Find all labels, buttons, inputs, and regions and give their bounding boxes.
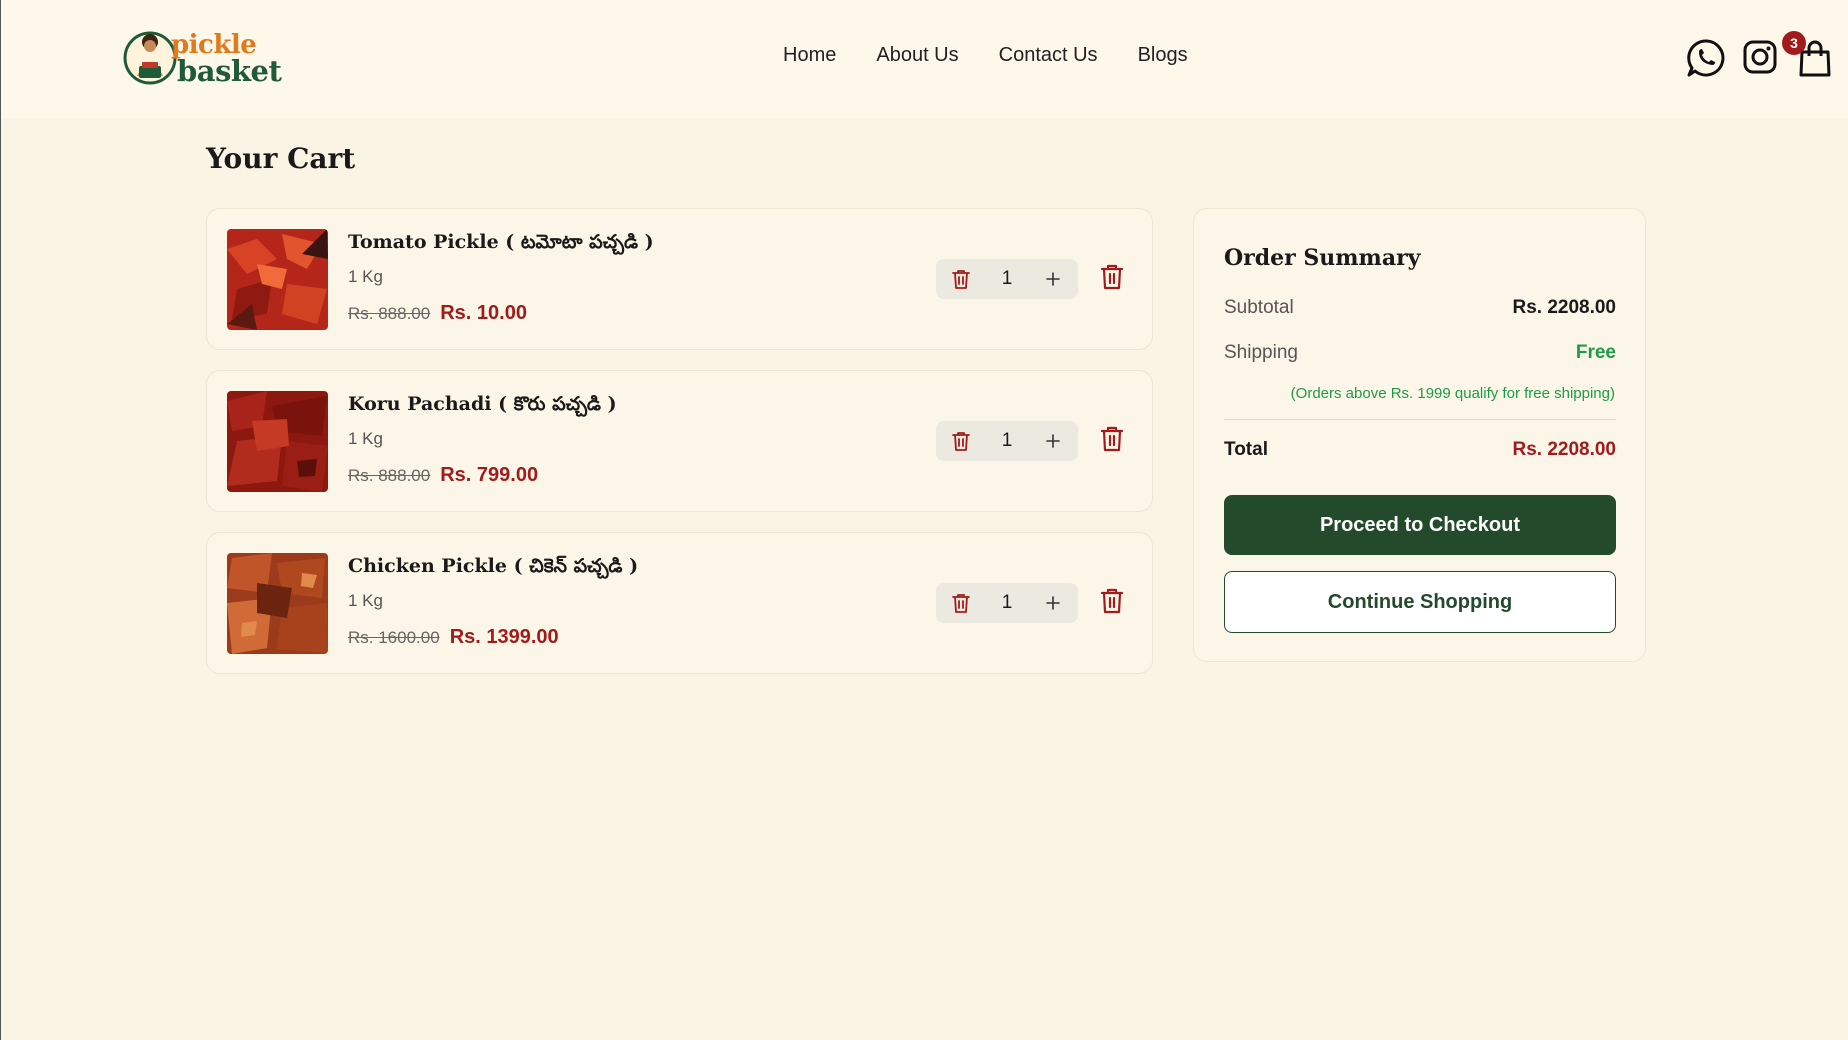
sale-price: Rs. 10.00 <box>440 302 527 324</box>
plus-icon <box>1046 596 1060 610</box>
site-header: pickle basket Home About Us Contact Us B… <box>1 0 1848 118</box>
decrease-quantity-button[interactable] <box>936 259 986 299</box>
main-nav: Home About Us Contact Us Blogs <box>783 44 1188 67</box>
trash-icon <box>952 432 970 451</box>
increase-quantity-button[interactable] <box>1028 421 1078 461</box>
remove-item-button[interactable] <box>1100 588 1124 619</box>
product-image <box>227 553 328 654</box>
total-value: Rs. 2208.00 <box>1512 439 1616 460</box>
order-summary-title: Order Summary <box>1224 245 1421 271</box>
quantity-value: 1 <box>1001 268 1013 289</box>
cart-item: Chicken Pickle ( చికెన్ పచ్చడి ) 1 Kg Rs… <box>206 532 1153 674</box>
trash-icon <box>1100 426 1124 452</box>
shipping-value: Free <box>1575 342 1616 363</box>
product-image <box>227 229 328 330</box>
quantity-stepper: 1 <box>936 421 1078 461</box>
summary-divider <box>1224 419 1616 420</box>
window-edge <box>0 0 1 1040</box>
subtotal-value: Rs. 2208.00 <box>1512 297 1616 318</box>
cart-item: Tomato Pickle ( టమోటా పచ్చడి ) 1 Kg Rs. … <box>206 208 1153 350</box>
shipping-label: Shipping <box>1224 342 1298 363</box>
nav-blogs-link[interactable]: Blogs <box>1138 44 1188 67</box>
pickle-basket-logo[interactable]: pickle basket <box>123 24 282 92</box>
nav-home-link[interactable]: Home <box>783 44 836 67</box>
cart-count-badge: 3 <box>1782 31 1806 55</box>
original-price: Rs. 888.00 <box>348 304 431 323</box>
total-label: Total <box>1224 439 1268 460</box>
decrease-quantity-button[interactable] <box>936 583 986 623</box>
remove-item-button[interactable] <box>1100 264 1124 295</box>
quantity-stepper: 1 <box>936 259 1078 299</box>
cart-item: Koru Pachadi ( కొరు పచ్చడి ) 1 Kg Rs. 88… <box>206 370 1153 512</box>
free-shipping-note: (Orders above Rs. 1999 qualify for free … <box>1290 385 1615 402</box>
nav-about-us-link[interactable]: About Us <box>876 44 958 67</box>
product-weight: 1 Kg <box>348 591 383 610</box>
whatsapp-icon[interactable] <box>1686 38 1726 78</box>
sale-price: Rs. 799.00 <box>440 464 539 486</box>
header-icons <box>1686 38 1836 78</box>
trash-icon <box>952 594 970 613</box>
shipping-row: Shipping Free <box>1224 342 1616 364</box>
page-title: Your Cart <box>206 142 356 175</box>
product-weight: 1 Kg <box>348 429 383 448</box>
total-row: Total Rs. 2208.00 <box>1224 439 1616 461</box>
continue-shopping-button[interactable]: Continue Shopping <box>1224 571 1616 633</box>
sale-price: Rs. 1399.00 <box>449 626 559 648</box>
product-name: Tomato Pickle ( టమోటా పచ్చడి ) <box>348 231 654 253</box>
logo-lady-icon <box>123 31 177 85</box>
plus-icon <box>1046 434 1060 448</box>
quantity-value: 1 <box>1001 592 1013 613</box>
subtotal-row: Subtotal Rs. 2208.00 <box>1224 297 1616 319</box>
product-name: Chicken Pickle ( చికెన్ పచ్చడి ) <box>348 555 639 577</box>
trash-icon <box>1100 264 1124 290</box>
increase-quantity-button[interactable] <box>1028 259 1078 299</box>
logo-text-line2: basket <box>177 54 282 88</box>
decrease-quantity-button[interactable] <box>936 421 986 461</box>
trash-icon <box>952 270 970 289</box>
product-weight: 1 Kg <box>348 267 383 286</box>
original-price: Rs. 1600.00 <box>348 628 440 647</box>
product-name: Koru Pachadi ( కొరు పచ్చడి ) <box>348 393 617 415</box>
quantity-stepper: 1 <box>936 583 1078 623</box>
original-price: Rs. 888.00 <box>348 466 431 485</box>
plus-icon <box>1046 272 1060 286</box>
nav-contact-us-link[interactable]: Contact Us <box>999 44 1098 67</box>
product-image <box>227 391 328 492</box>
trash-icon <box>1100 588 1124 614</box>
subtotal-label: Subtotal <box>1224 297 1294 318</box>
remove-item-button[interactable] <box>1100 426 1124 457</box>
instagram-icon[interactable] <box>1742 38 1778 76</box>
proceed-to-checkout-button[interactable]: Proceed to Checkout <box>1224 495 1616 555</box>
increase-quantity-button[interactable] <box>1028 583 1078 623</box>
order-summary: Order Summary Subtotal Rs. 2208.00 Shipp… <box>1193 208 1646 662</box>
quantity-value: 1 <box>1001 430 1013 451</box>
